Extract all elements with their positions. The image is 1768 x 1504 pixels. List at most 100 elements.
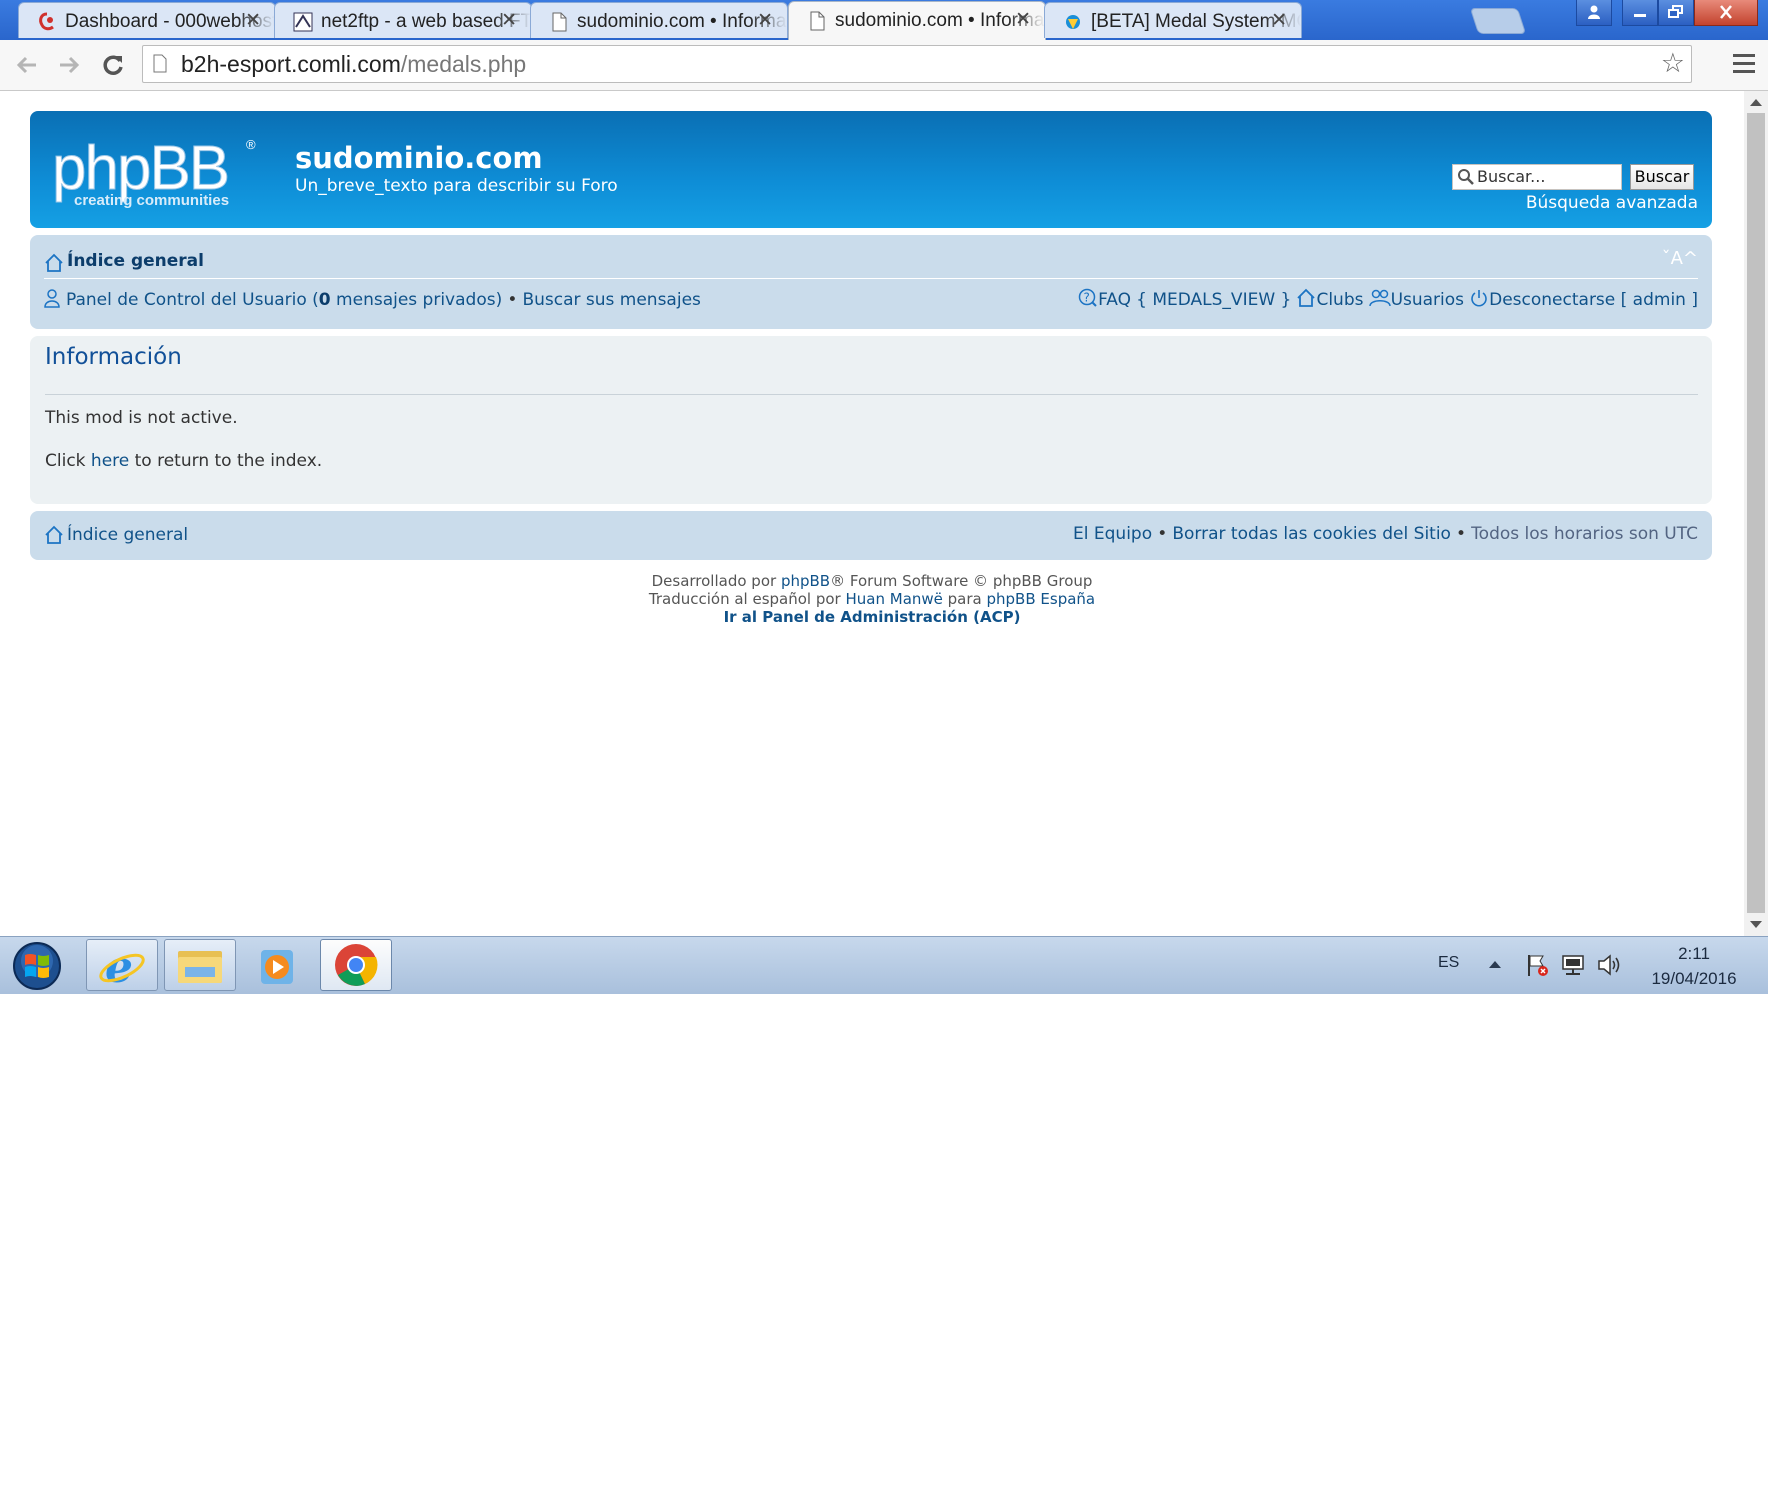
search-button[interactable]: Buscar	[1630, 164, 1694, 190]
close-tab-icon[interactable]: ✕	[1271, 9, 1287, 31]
action-center-flag-icon[interactable]	[1524, 952, 1550, 978]
search-input[interactable]	[1477, 167, 1617, 186]
divider	[45, 394, 1698, 395]
tab-title: sudominio.com • Información	[577, 11, 787, 32]
search-icon	[1458, 169, 1474, 185]
members-icon	[1368, 289, 1391, 307]
team-link[interactable]: El Equipo	[1073, 524, 1152, 544]
close-tab-icon[interactable]: ✕	[1015, 8, 1031, 30]
browser-tab[interactable]: Dashboard - 000webhost ✕	[18, 2, 276, 38]
home-icon	[1297, 288, 1316, 307]
medals-link[interactable]: { MEDALS_VIEW }	[1136, 290, 1291, 310]
internet-explorer-taskbar-button[interactable]: e	[86, 939, 158, 991]
clubs-link[interactable]: Clubs	[1316, 290, 1363, 310]
faq-link[interactable]: FAQ	[1098, 290, 1131, 310]
power-icon	[1471, 290, 1487, 307]
close-window-button[interactable]	[1694, 0, 1758, 26]
members-link[interactable]: Usuarios	[1391, 290, 1464, 310]
advanced-search-link[interactable]: Búsqueda avanzada	[1526, 193, 1698, 213]
breadcrumb: Índice general ˇA^	[44, 248, 1698, 279]
panel-heading: Información	[45, 344, 182, 370]
site-title[interactable]: sudominio.com	[295, 141, 543, 175]
url-text[interactable]: b2h-esport.comli.com/medals.php	[181, 51, 526, 78]
delete-cookies-link[interactable]: Borrar todas las cookies del Sitio	[1172, 524, 1451, 544]
scroll-down-arrow-icon[interactable]	[1750, 921, 1762, 928]
phpbb-espana-link[interactable]: phpBB España	[987, 590, 1096, 608]
pm-label: mensajes privados)	[330, 290, 503, 310]
svg-text:creating communities: creating communities	[74, 192, 229, 209]
translation-line: Traducción al español por Huan Manwë par…	[0, 590, 1744, 608]
network-icon[interactable]	[1560, 952, 1586, 978]
bookmark-star-icon[interactable]: ☆	[1661, 48, 1685, 79]
credit-suffix: ® Forum Software © phpBB Group	[830, 572, 1093, 590]
return-prefix: Click	[45, 451, 91, 471]
search-own-posts-link[interactable]: Buscar sus mensajes	[522, 290, 700, 310]
logout-link[interactable]: Desconectarse [ admin ]	[1489, 290, 1698, 310]
return-suffix: to return to the index.	[129, 451, 323, 471]
explorer-taskbar-button[interactable]	[164, 939, 236, 991]
user-icon	[44, 289, 60, 308]
tab-title: [BETA] Medal System MOD	[1091, 11, 1301, 32]
copyright-credits: Desarrollado por phpBB® Forum Software ©…	[0, 572, 1744, 626]
site-description: Un_breve_texto para describir su Foro	[295, 176, 618, 196]
search-box[interactable]	[1452, 164, 1622, 190]
profile-icon[interactable]	[1576, 0, 1612, 26]
minimize-button[interactable]	[1622, 0, 1658, 26]
panel-message: This mod is not active.	[45, 408, 238, 428]
separator: •	[1157, 524, 1168, 544]
chrome-taskbar-button[interactable]	[320, 939, 392, 991]
credit-prefix: Desarrollado por	[651, 572, 781, 590]
browser-tab[interactable]: [BETA] Medal System MOD ✕	[1044, 2, 1302, 38]
address-bar[interactable]: b2h-esport.comli.com/medals.php ☆	[142, 45, 1692, 83]
language-indicator[interactable]: ES	[1438, 954, 1459, 972]
new-tab-button[interactable]	[1469, 8, 1527, 34]
net2ftp-icon	[293, 12, 313, 32]
forward-arrow-icon[interactable]	[54, 50, 84, 80]
scrollbar-thumb[interactable]	[1747, 113, 1765, 913]
folder-icon	[178, 951, 222, 983]
phpbb-logo[interactable]: phpBB ® creating communities	[50, 125, 280, 215]
chrome-menu-icon[interactable]	[1733, 54, 1755, 78]
tab-title: sudominio.com • Información	[835, 10, 1045, 31]
browser-toolbar: b2h-esport.comli.com/medals.php ☆	[0, 40, 1768, 91]
reload-icon[interactable]	[98, 50, 128, 80]
ucp-link[interactable]: Panel de Control del Usuario (0 mensajes…	[66, 290, 502, 310]
clock-date: 19/04/2016	[1651, 969, 1737, 988]
font-size-control[interactable]: ˇA^	[1662, 248, 1698, 269]
browser-tab[interactable]: sudominio.com • Información ✕	[530, 2, 788, 38]
return-here-link[interactable]: here	[91, 451, 129, 471]
browser-tab[interactable]: net2ftp - a web based FTP ✕	[274, 2, 532, 38]
acp-link[interactable]: Ir al Panel de Administración (ACP)	[724, 608, 1021, 626]
000webhost-icon	[39, 12, 54, 31]
browser-tab-active[interactable]: sudominio.com • Información ✕	[788, 1, 1046, 40]
navbar: Índice general ˇA^ Panel de Control del …	[30, 235, 1712, 329]
system-clock[interactable]: 2:11 19/04/2016	[1628, 941, 1760, 991]
vertical-scrollbar[interactable]	[1744, 91, 1768, 936]
back-arrow-icon[interactable]	[12, 50, 42, 80]
restore-button[interactable]	[1658, 0, 1694, 26]
document-icon	[810, 11, 825, 31]
close-tab-icon[interactable]: ✕	[245, 9, 261, 31]
breadcrumb-index-link[interactable]: Índice general	[67, 251, 204, 271]
tab-title: Dashboard - 000webhost	[65, 11, 275, 32]
ucp-label: Panel de Control del Usuario (	[66, 290, 319, 310]
media-player-taskbar-button[interactable]	[242, 939, 314, 991]
separator: •	[1456, 524, 1467, 544]
tab-title: net2ftp - a web based FTP	[321, 11, 531, 32]
return-message: Click here to return to the index.	[45, 451, 322, 471]
phpbb-link[interactable]: phpBB	[781, 572, 830, 590]
chrome-icon	[335, 944, 378, 986]
translator-link[interactable]: Huan Manwë	[846, 590, 943, 608]
home-icon	[45, 253, 63, 272]
document-icon	[552, 12, 567, 32]
close-tab-icon[interactable]: ✕	[757, 9, 773, 31]
close-tab-icon[interactable]: ✕	[501, 9, 517, 31]
scroll-up-arrow-icon[interactable]	[1750, 99, 1762, 106]
url-path: /medals.php	[400, 51, 527, 77]
start-button-icon[interactable]	[12, 941, 62, 991]
footer-index-link[interactable]: Índice general	[67, 525, 188, 545]
volume-icon[interactable]	[1596, 952, 1624, 978]
browser-tabstrip: Dashboard - 000webhost ✕ net2ftp - a web…	[0, 0, 1768, 40]
page-info-icon[interactable]	[153, 54, 167, 73]
show-hidden-icons-icon[interactable]	[1488, 959, 1502, 969]
